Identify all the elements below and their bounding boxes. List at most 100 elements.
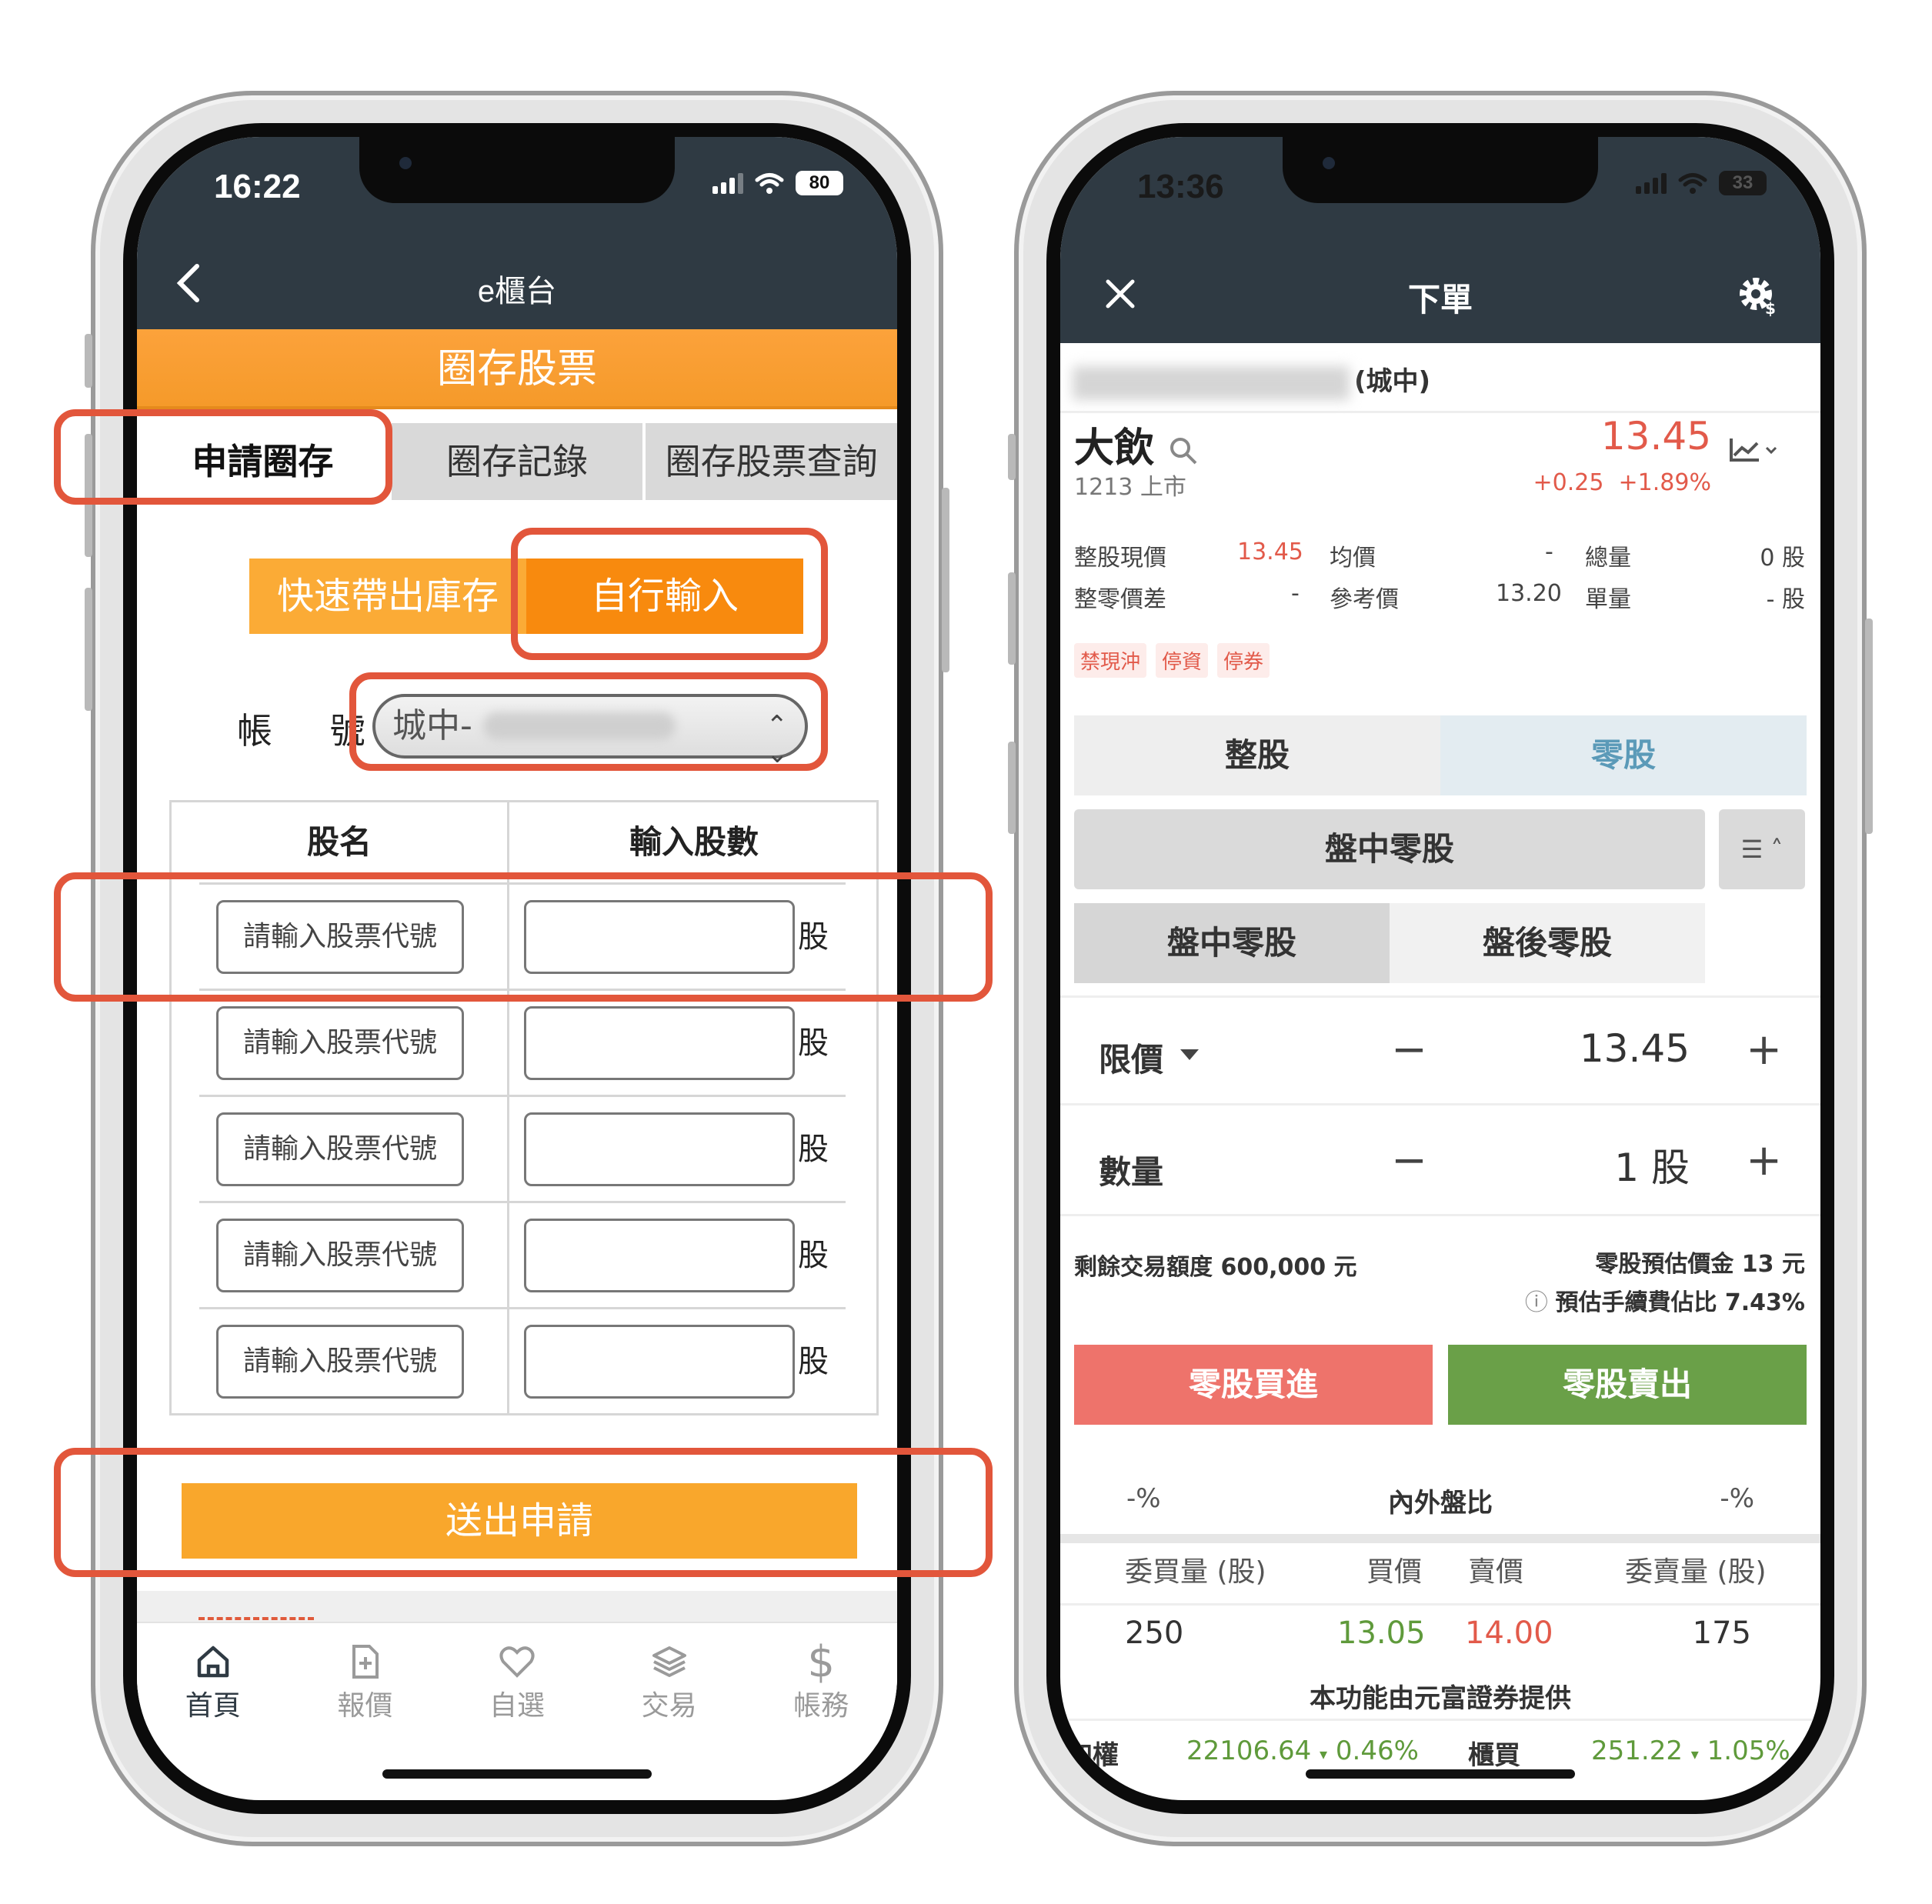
stock-code-input[interactable]: 請輸入股票代號 bbox=[216, 1006, 464, 1080]
odd-lot-sell-button[interactable]: 零股賣出 bbox=[1448, 1345, 1807, 1425]
unit-label: 股 bbox=[798, 1238, 829, 1273]
session-selector[interactable]: 盤中零股 bbox=[1074, 809, 1705, 889]
ref-price-value: 13.20 bbox=[1496, 580, 1562, 607]
quick-fill-button[interactable]: 快速帶出庫存 bbox=[249, 559, 526, 634]
table-row: 請輸入股票代號 股 bbox=[199, 989, 846, 1095]
stock-name-text: 大飲 bbox=[1074, 425, 1155, 472]
taiex-label: 加權 bbox=[1066, 1740, 1119, 1771]
highlight-manual-input bbox=[511, 528, 828, 660]
unit-vol-label: 單量 bbox=[1585, 586, 1631, 613]
divider bbox=[1060, 1103, 1820, 1105]
signal-icon bbox=[712, 172, 743, 194]
share-qty-input[interactable] bbox=[524, 1219, 795, 1292]
fee-ratio: ⓘ 預估手續費佔比 7.43% bbox=[1525, 1283, 1805, 1317]
stock-code-input[interactable]: 請輸入股票代號 bbox=[216, 1219, 464, 1292]
left-phone: 16:22 80 e櫃台 圈存股票 申請圈存 圈存記錄 圈存股票查詢 快速帶出庫… bbox=[54, 91, 993, 1846]
notch bbox=[359, 137, 675, 203]
ratio-title: 內外盤比 bbox=[1388, 1488, 1493, 1519]
battery-icon: 80 bbox=[796, 171, 843, 195]
notch bbox=[1283, 137, 1598, 203]
divider bbox=[1060, 1719, 1820, 1721]
session-intraday-option[interactable]: 盤中零股 bbox=[1074, 903, 1390, 983]
home-indicator bbox=[382, 1769, 652, 1779]
ask-price[interactable]: 14.00 bbox=[1465, 1616, 1553, 1651]
price-type-label[interactable]: 限價 bbox=[1099, 1034, 1163, 1081]
order-title: 下單 bbox=[1407, 281, 1473, 318]
outer-ratio: -% bbox=[1720, 1483, 1754, 1514]
highlight-account bbox=[349, 672, 828, 771]
stock-code: 1213 上市 bbox=[1074, 474, 1186, 501]
tab-watchlist[interactable]: 自選 bbox=[441, 1623, 593, 1745]
tab-quote[interactable]: 報價 bbox=[289, 1623, 442, 1745]
taiex-index[interactable]: 22106.64 ▾ 0.46% bbox=[1186, 1736, 1419, 1766]
otc-label: 櫃買 bbox=[1468, 1740, 1520, 1771]
odd-diff-value: - bbox=[1291, 580, 1300, 607]
price-minus-button[interactable]: − bbox=[1391, 1025, 1427, 1075]
ratio-bar bbox=[1060, 1534, 1820, 1543]
odd-lot-tab[interactable]: 零股 bbox=[1440, 715, 1807, 795]
total-vol-label: 總量 bbox=[1585, 545, 1631, 572]
qty-value[interactable]: 1 股 bbox=[1614, 1137, 1690, 1192]
chevron-up-icon[interactable]: ˄ bbox=[1798, 1742, 1808, 1765]
tag-no-daytrade: 禁現沖 bbox=[1074, 643, 1147, 678]
page-banner: 圈存股票 bbox=[137, 329, 897, 409]
volume-down-button bbox=[85, 588, 92, 711]
odd-diff-label: 整零價差 bbox=[1074, 586, 1166, 613]
tab-trade[interactable]: 交易 bbox=[593, 1623, 746, 1745]
notice-link[interactable] bbox=[199, 1612, 314, 1620]
ask-header: 賣價 bbox=[1468, 1556, 1524, 1588]
price-plus-button[interactable]: + bbox=[1746, 1025, 1782, 1075]
dollar-icon: $ bbox=[807, 1636, 835, 1687]
wifi-icon bbox=[755, 173, 784, 194]
tag-short-suspended: 停券 bbox=[1217, 643, 1270, 678]
chart-dropdown-icon[interactable] bbox=[1728, 434, 1782, 465]
tab-label: 帳務 bbox=[793, 1690, 849, 1722]
status-icons: 33 bbox=[1636, 171, 1767, 195]
whole-lot-tab[interactable]: 整股 bbox=[1074, 715, 1440, 795]
status-time: 13:36 bbox=[1137, 168, 1224, 205]
stock-change: +0.25 +1.89% bbox=[1533, 469, 1711, 496]
tab-home[interactable]: 首頁 bbox=[137, 1623, 289, 1745]
odd-lot-buy-button[interactable]: 零股買進 bbox=[1074, 1345, 1433, 1425]
redacted-account bbox=[1073, 365, 1350, 400]
settings-gear-icon[interactable]: $ bbox=[1734, 272, 1780, 318]
price-value[interactable]: 13.45 bbox=[1580, 1026, 1690, 1071]
tab-query[interactable]: 圈存股票查詢 bbox=[646, 423, 897, 500]
share-qty-input[interactable] bbox=[524, 1325, 795, 1399]
share-qty-input[interactable] bbox=[524, 1112, 795, 1186]
fee-ratio-text: 預估手續費佔比 7.43% bbox=[1555, 1289, 1805, 1316]
account-branch: (城中) bbox=[1354, 366, 1431, 397]
layers-icon bbox=[652, 1646, 686, 1677]
tab-label: 首頁 bbox=[185, 1690, 241, 1722]
otc-index[interactable]: 251.22 ▾ 1.05% ˄ bbox=[1591, 1736, 1808, 1766]
stock-name[interactable]: 大飲 bbox=[1074, 415, 1199, 473]
heart-icon bbox=[499, 1646, 535, 1678]
highlight-submit bbox=[54, 1448, 993, 1577]
stock-code-input[interactable]: 請輸入股票代號 bbox=[216, 1325, 464, 1399]
header-stock-name: 股名 bbox=[306, 823, 372, 861]
caret-down-icon[interactable] bbox=[1180, 1049, 1199, 1060]
status-icons: 80 bbox=[712, 171, 843, 195]
bid-price[interactable]: 13.05 bbox=[1337, 1616, 1426, 1651]
session-afterhours-option[interactable]: 盤後零股 bbox=[1390, 903, 1705, 983]
search-icon[interactable] bbox=[1168, 435, 1199, 466]
filter-toggle[interactable]: ☰ ˄ bbox=[1719, 809, 1805, 889]
ask-qty: 175 bbox=[1692, 1616, 1751, 1651]
tab-account[interactable]: $ 帳務 bbox=[745, 1623, 897, 1745]
tab-records[interactable]: 圈存記錄 bbox=[391, 423, 646, 500]
session-options: 盤中零股 盤後零股 bbox=[1074, 903, 1705, 983]
stock-code-input[interactable]: 請輸入股票代號 bbox=[216, 1112, 464, 1186]
table-row: 請輸入股票代號 股 bbox=[199, 1307, 846, 1413]
provider-note: 本功能由元富證券提供 bbox=[1310, 1683, 1571, 1714]
bottom-tab-bar: 首頁 報價 自選 交易 $ 帳務 bbox=[137, 1622, 897, 1745]
qty-minus-button[interactable]: − bbox=[1391, 1135, 1427, 1185]
info-icon[interactable]: ⓘ bbox=[1525, 1289, 1556, 1316]
qty-plus-button[interactable]: + bbox=[1746, 1135, 1782, 1185]
account-selector[interactable]: (城中) bbox=[1073, 360, 1430, 400]
taiex-pct: 0.46% bbox=[1335, 1736, 1419, 1766]
volume-down-button bbox=[1008, 742, 1016, 834]
wifi-icon bbox=[1678, 173, 1707, 194]
power-button bbox=[1865, 619, 1873, 834]
share-qty-input[interactable] bbox=[524, 1006, 795, 1080]
unit-label: 股 bbox=[798, 1132, 829, 1167]
